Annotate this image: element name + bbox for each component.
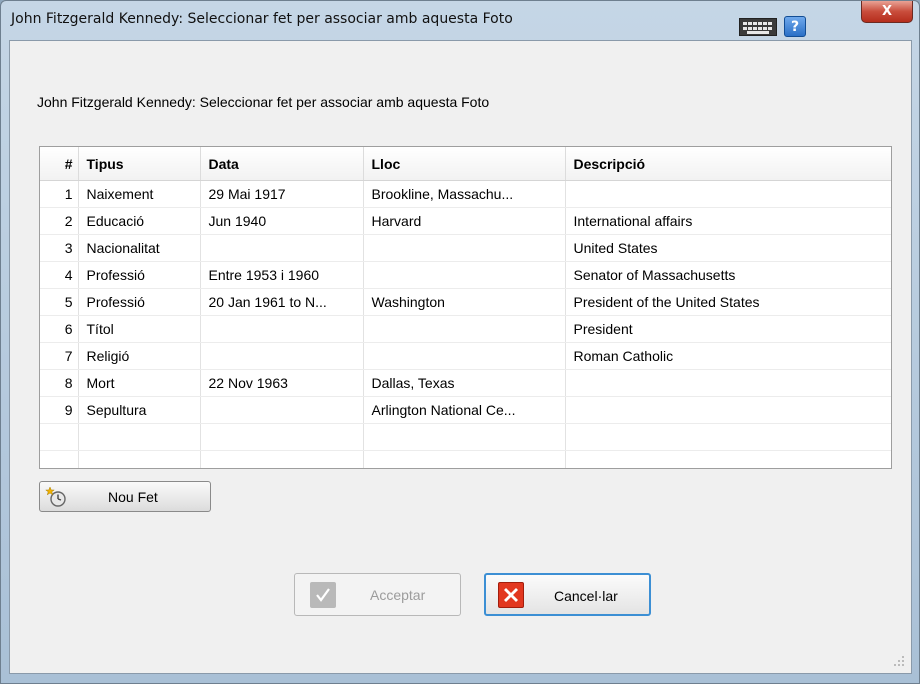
- cell-descripcio: International affairs: [565, 207, 891, 235]
- table-row[interactable]: 8 Mort 22 Nov 1963 Dallas, Texas: [40, 369, 891, 397]
- column-header-data[interactable]: Data: [200, 147, 364, 181]
- cell-tipus: Mort: [78, 369, 201, 397]
- dialog-window: John Fitzgerald Kennedy: Seleccionar fet…: [0, 0, 920, 684]
- empty-row: [40, 423, 891, 451]
- keyboard-icon[interactable]: [739, 18, 777, 36]
- column-header-number[interactable]: #: [40, 147, 79, 181]
- table-row[interactable]: 3 Nacionalitat United States: [40, 234, 891, 262]
- cell-lloc: [363, 315, 566, 343]
- cell-descripcio: Roman Catholic: [565, 342, 891, 370]
- table-row[interactable]: 7 Religió Roman Catholic: [40, 342, 891, 370]
- cancel-button[interactable]: Cancel·lar: [484, 573, 651, 616]
- table-row[interactable]: 1 Naixement 29 Mai 1917 Brookline, Massa…: [40, 180, 891, 208]
- title-bar[interactable]: John Fitzgerald Kennedy: Seleccionar fet…: [1, 1, 919, 39]
- cell-lloc: Washington: [363, 288, 566, 316]
- cell-descripcio: President: [565, 315, 891, 343]
- x-icon: [498, 582, 524, 608]
- cell-tipus: Professió: [78, 288, 201, 316]
- cell-descripcio: Senator of Massachusetts: [565, 261, 891, 289]
- new-event-label: Nou Fet: [108, 489, 158, 505]
- accept-button[interactable]: Acceptar: [294, 573, 461, 616]
- cell-data: [200, 315, 364, 343]
- cell-descripcio: President of the United States: [565, 288, 891, 316]
- dialog-heading: John Fitzgerald Kennedy: Seleccionar fet…: [37, 94, 490, 110]
- cell-number: 7: [40, 342, 79, 370]
- table-row[interactable]: 6 Títol President: [40, 315, 891, 343]
- cell-tipus: Religió: [78, 342, 201, 370]
- cell-data: 20 Jan 1961 to N...: [200, 288, 364, 316]
- cell-descripcio: [565, 369, 891, 397]
- cell-lloc: Brookline, Massachu...: [363, 180, 566, 208]
- cell-number: 2: [40, 207, 79, 235]
- close-icon[interactable]: X: [861, 1, 913, 23]
- events-table: # Tipus Data Lloc Descripció 1 Naixement…: [39, 146, 892, 469]
- cell-descripcio: United States: [565, 234, 891, 262]
- dialog-body: John Fitzgerald Kennedy: Seleccionar fet…: [9, 40, 912, 674]
- cell-lloc: Arlington National Ce...: [363, 396, 566, 424]
- cell-descripcio: [565, 180, 891, 208]
- table-row[interactable]: 4 Professió Entre 1953 i 1960 Senator of…: [40, 261, 891, 289]
- new-event-icon: [45, 486, 66, 507]
- column-header-tipus[interactable]: Tipus: [78, 147, 201, 181]
- table-row[interactable]: 5 Professió 20 Jan 1961 to N... Washingt…: [40, 288, 891, 316]
- cancel-label: Cancel·lar: [554, 588, 618, 604]
- table-row[interactable]: 9 Sepultura Arlington National Ce...: [40, 396, 891, 424]
- cell-number: 1: [40, 180, 79, 208]
- cell-data: Jun 1940: [200, 207, 364, 235]
- cell-descripcio: [565, 396, 891, 424]
- cell-lloc: [363, 234, 566, 262]
- cell-number: 6: [40, 315, 79, 343]
- cell-lloc: Harvard: [363, 207, 566, 235]
- help-icon[interactable]: ?: [784, 16, 806, 37]
- table-row[interactable]: 2 Educació Jun 1940 Harvard Internationa…: [40, 207, 891, 235]
- resize-grip-icon[interactable]: [893, 655, 905, 667]
- cell-tipus: Títol: [78, 315, 201, 343]
- cell-number: 5: [40, 288, 79, 316]
- cell-number: 4: [40, 261, 79, 289]
- cell-lloc: [363, 342, 566, 370]
- cell-tipus: Sepultura: [78, 396, 201, 424]
- cell-data: Entre 1953 i 1960: [200, 261, 364, 289]
- cell-data: [200, 234, 364, 262]
- cell-tipus: Educació: [78, 207, 201, 235]
- cell-data: [200, 396, 364, 424]
- cell-tipus: Naixement: [78, 180, 201, 208]
- cell-number: 8: [40, 369, 79, 397]
- column-header-descripcio[interactable]: Descripció: [565, 147, 891, 181]
- cell-data: 22 Nov 1963: [200, 369, 364, 397]
- cell-tipus: Nacionalitat: [78, 234, 201, 262]
- checkmark-icon: [310, 582, 336, 608]
- column-header-lloc[interactable]: Lloc: [363, 147, 566, 181]
- cell-lloc: Dallas, Texas: [363, 369, 566, 397]
- cell-tipus: Professió: [78, 261, 201, 289]
- cell-data: 29 Mai 1917: [200, 180, 364, 208]
- cell-lloc: [363, 261, 566, 289]
- cell-data: [200, 342, 364, 370]
- new-event-button[interactable]: Nou Fet: [39, 481, 211, 512]
- cell-number: 9: [40, 396, 79, 424]
- cell-number: 3: [40, 234, 79, 262]
- window-title: John Fitzgerald Kennedy: Seleccionar fet…: [11, 11, 513, 27]
- accept-label: Acceptar: [370, 587, 426, 603]
- table-header-row: # Tipus Data Lloc Descripció: [40, 147, 891, 181]
- empty-row: [40, 450, 891, 468]
